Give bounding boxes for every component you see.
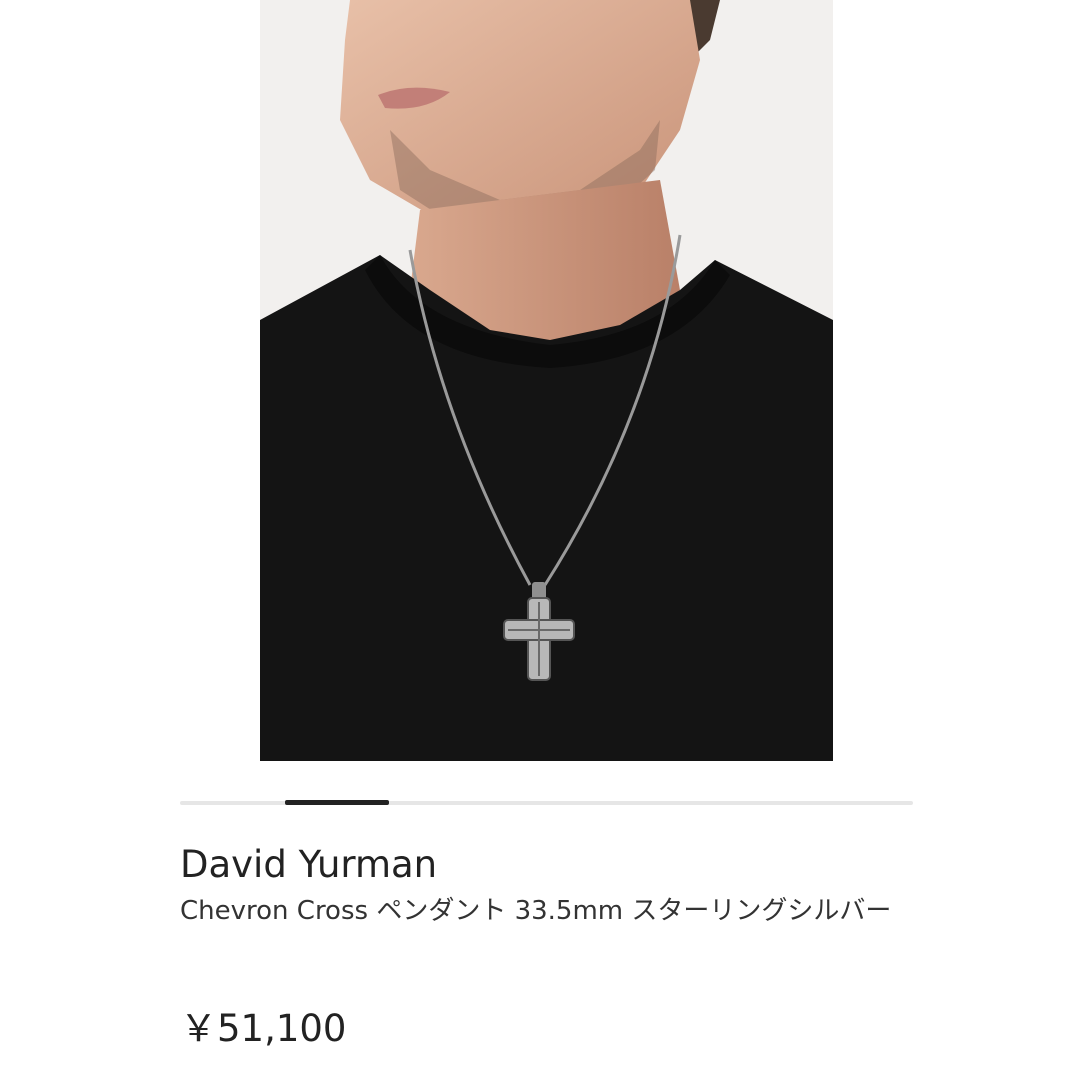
- brand-name[interactable]: David Yurman: [180, 842, 437, 888]
- product-image[interactable]: [260, 0, 833, 761]
- product-price: ￥51,100: [180, 1007, 347, 1050]
- product-name: Chevron Cross ペンダント 33.5mm スターリングシルバー: [180, 896, 892, 926]
- carousel-active-indicator[interactable]: [285, 800, 389, 805]
